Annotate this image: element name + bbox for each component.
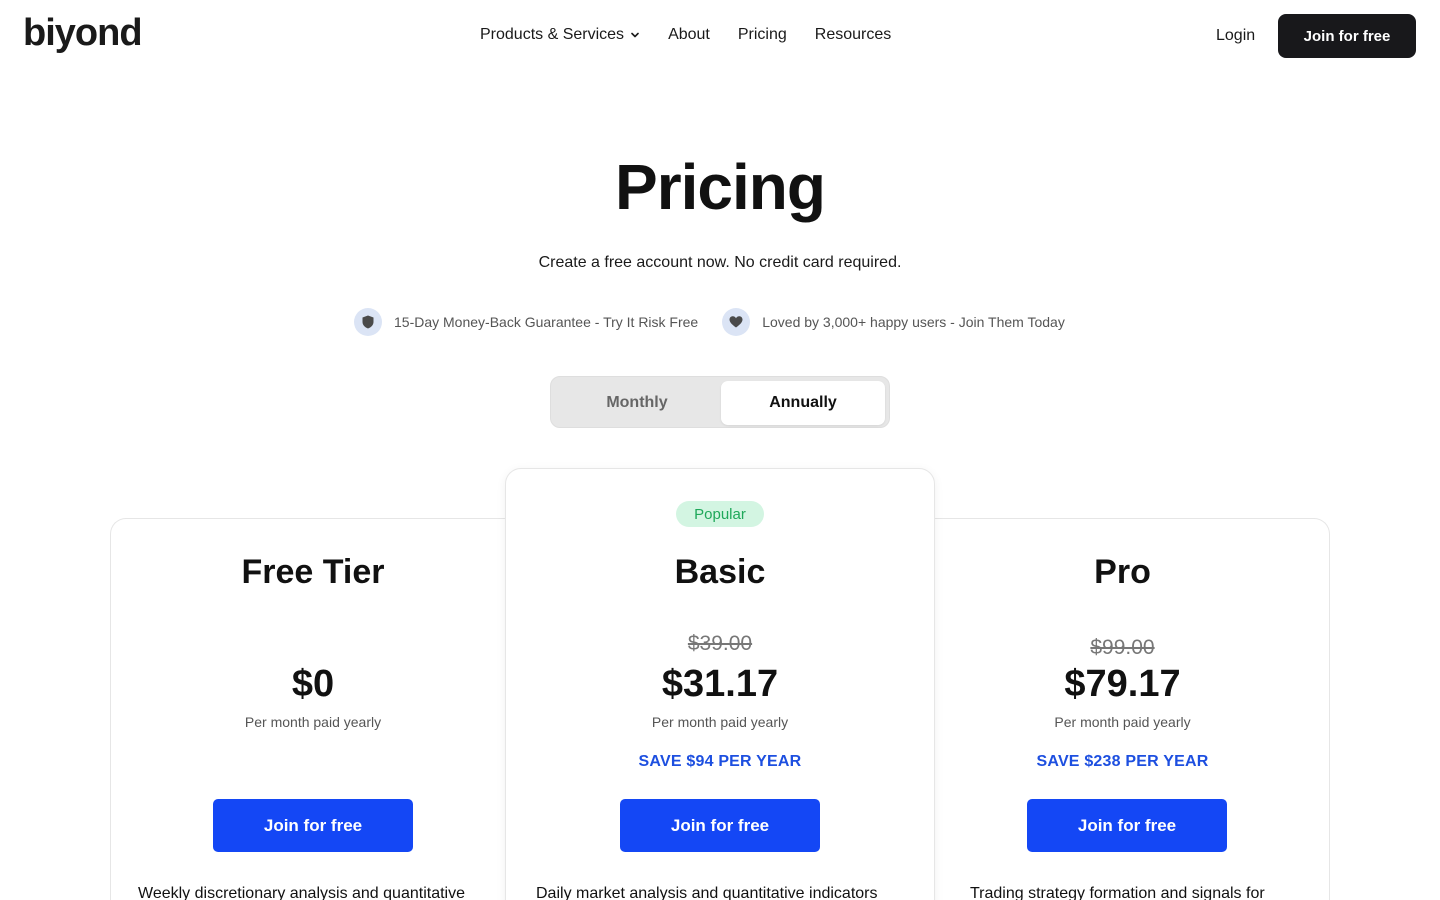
page-subtitle: Create a free account now. No credit car… <box>538 254 902 271</box>
plan-card-pro: Pro $99.00 $79.17 Per month paid yearly … <box>925 518 1330 900</box>
plan-period: Per month paid yearly <box>651 714 789 730</box>
join-for-free-header-button[interactable]: Join for free <box>1278 14 1416 58</box>
chevron-down-icon <box>631 32 639 38</box>
join-for-free-free-button[interactable]: Join for free <box>213 799 413 852</box>
plan-savings: SAVE $94 PER YEAR <box>638 753 802 770</box>
plan-old-price: $39.00 <box>687 632 753 655</box>
plan-description: Daily market analysis and quantitative i… <box>536 885 878 900</box>
join-for-free-pro-button[interactable]: Join for free <box>1027 799 1227 852</box>
toggle-monthly[interactable]: Monthly <box>555 381 719 425</box>
nav-pricing[interactable]: Pricing <box>738 26 787 44</box>
nav-about[interactable]: About <box>668 26 710 44</box>
plan-period: Per month paid yearly <box>1054 714 1191 730</box>
login-link[interactable]: Login <box>1216 27 1255 45</box>
users-badge: Loved by 3,000+ happy users - Join Them … <box>722 308 1065 336</box>
guarantee-text: 15-Day Money-Back Guarantee - Try It Ris… <box>394 314 699 330</box>
trust-badges: 15-Day Money-Back Guarantee - Try It Ris… <box>354 308 1089 336</box>
guarantee-badge: 15-Day Money-Back Guarantee - Try It Ris… <box>354 308 698 336</box>
plan-price: $79.17 <box>1064 663 1181 705</box>
logo[interactable]: biyond <box>23 12 143 55</box>
main-nav: Products & Services About Pricing Resour… <box>480 26 919 44</box>
plan-description: Weekly discretionary analysis and quanti… <box>138 885 465 900</box>
popular-badge: Popular <box>676 501 764 527</box>
users-text: Loved by 3,000+ happy users - Join Them … <box>762 314 1065 330</box>
plan-savings: SAVE $238 PER YEAR <box>1036 753 1209 770</box>
plan-description: Trading strategy formation and signals f… <box>970 885 1265 900</box>
plan-name: Basic <box>674 553 766 591</box>
nav-products-services[interactable]: Products & Services <box>480 26 640 44</box>
billing-toggle: Monthly Annually <box>550 376 890 428</box>
plan-old-price: $99.00 <box>1090 636 1155 659</box>
page-title: Pricing <box>615 151 826 223</box>
plan-name: Pro <box>1094 553 1151 591</box>
plan-card-free: Free Tier $0 Per month paid yearly Join … <box>110 518 515 900</box>
toggle-annually[interactable]: Annually <box>721 381 885 425</box>
plan-price: $0 <box>291 663 335 705</box>
nav-label: Products & Services <box>480 26 625 43</box>
plan-price: $31.17 <box>661 663 779 705</box>
plan-name: Free Tier <box>241 553 385 591</box>
plan-period: Per month paid yearly <box>244 714 382 730</box>
shield-icon <box>354 308 382 336</box>
nav-resources[interactable]: Resources <box>815 26 891 44</box>
heart-icon <box>722 308 751 336</box>
site-header: biyond Products & Services About Pricing… <box>0 0 1440 74</box>
plan-card-basic: Popular Basic $39.00 $31.17 Per month pa… <box>505 468 935 900</box>
join-for-free-basic-button[interactable]: Join for free <box>620 799 820 852</box>
